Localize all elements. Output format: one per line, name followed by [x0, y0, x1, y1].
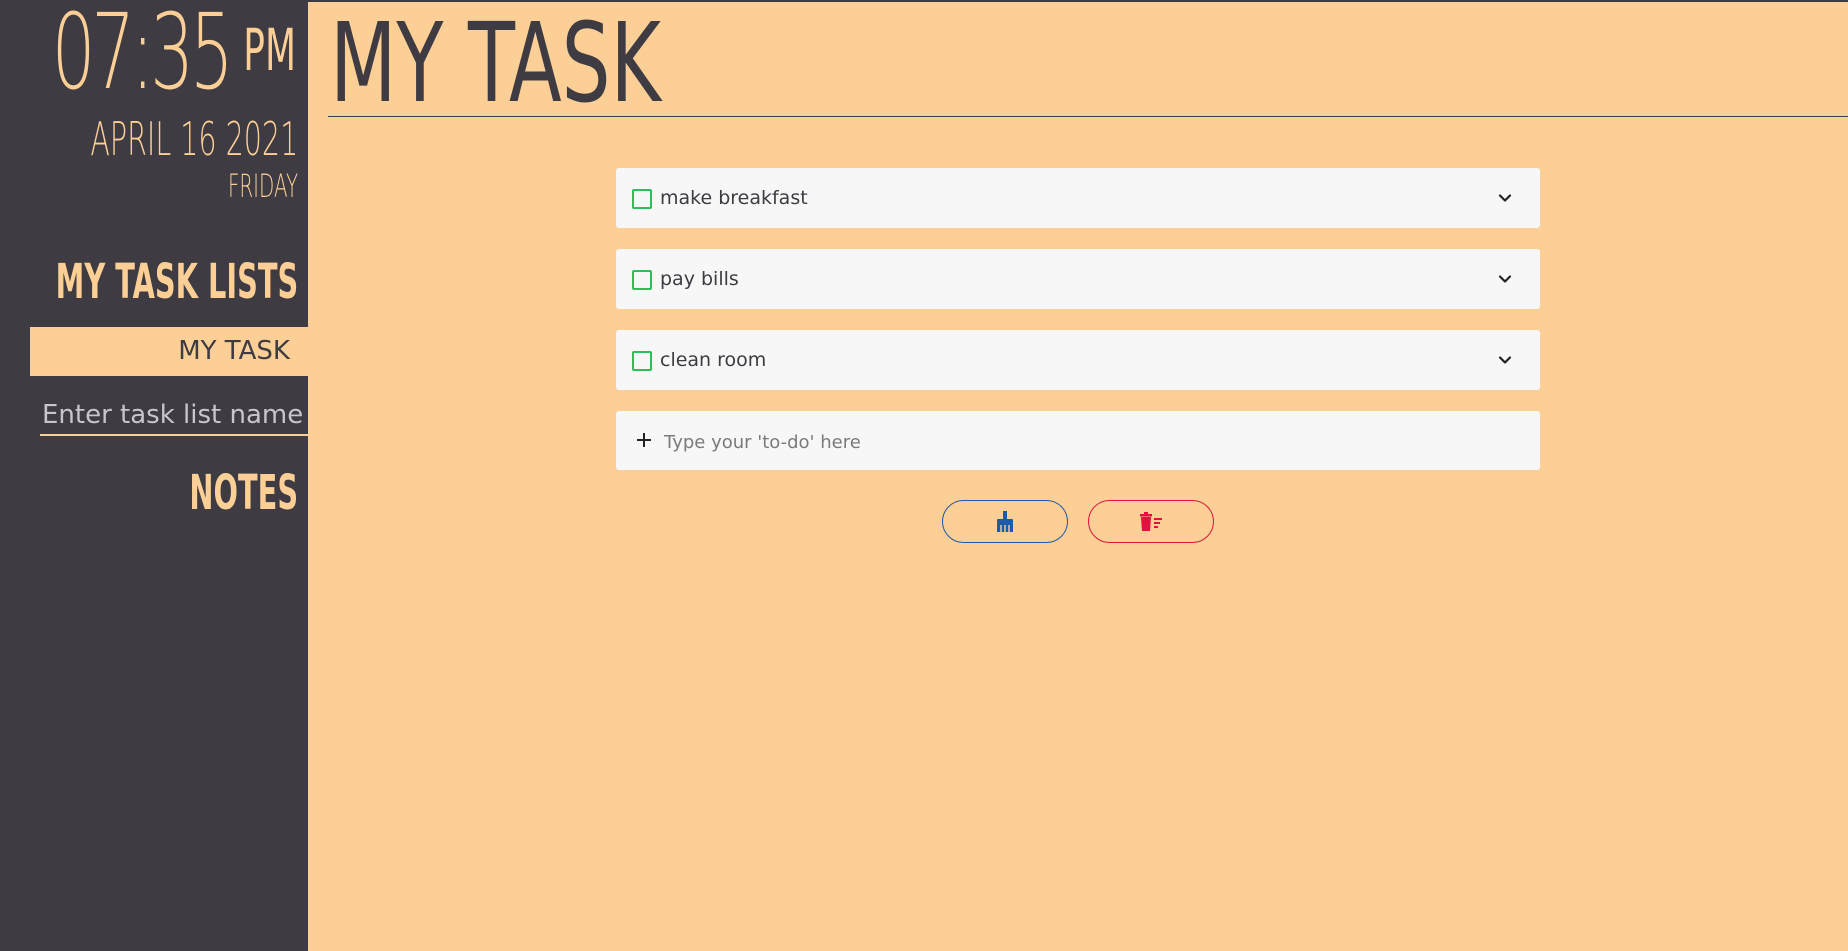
- delete-list-button[interactable]: [1088, 500, 1214, 543]
- clock-date: APRIL 16 2021: [90, 112, 298, 166]
- todo-label: pay bills: [660, 268, 739, 290]
- clock-ampm: PM: [243, 16, 296, 84]
- todo-item: make breakfast: [616, 168, 1540, 228]
- chevron-down-icon[interactable]: [1498, 191, 1512, 205]
- clock-time: 07:35: [51, 0, 234, 113]
- page-title: MY TASK: [330, 0, 662, 127]
- todo-checkbox[interactable]: [632, 351, 652, 371]
- clear-completed-button[interactable]: [942, 500, 1068, 543]
- sidebar: 07:35 PM APRIL 16 2021 FRIDAY MY TASK LI…: [0, 0, 308, 951]
- plus-icon[interactable]: [634, 430, 654, 450]
- todo-label: clean room: [660, 349, 767, 371]
- add-todo-input[interactable]: [662, 421, 1526, 463]
- clock-day: FRIDAY: [227, 167, 298, 205]
- todo-label: make breakfast: [660, 187, 808, 209]
- todo-checkbox[interactable]: [632, 270, 652, 290]
- broom-icon: [997, 510, 1013, 532]
- title-divider: [328, 116, 1848, 117]
- todo-item: pay bills: [616, 249, 1540, 309]
- sidebar-item-my-task[interactable]: MY TASK: [30, 327, 308, 376]
- todo-checkbox[interactable]: [632, 189, 652, 209]
- add-todo-row: [616, 411, 1540, 470]
- new-list-input[interactable]: [40, 396, 308, 436]
- clock: 07:35: [0, 0, 234, 113]
- todo-item: clean room: [616, 330, 1540, 390]
- task-lists-heading: MY TASK LISTS: [55, 254, 298, 310]
- notes-heading[interactable]: NOTES: [189, 465, 298, 521]
- trash-list-icon: [1140, 511, 1162, 531]
- chevron-down-icon[interactable]: [1498, 353, 1512, 367]
- chevron-down-icon[interactable]: [1498, 272, 1512, 286]
